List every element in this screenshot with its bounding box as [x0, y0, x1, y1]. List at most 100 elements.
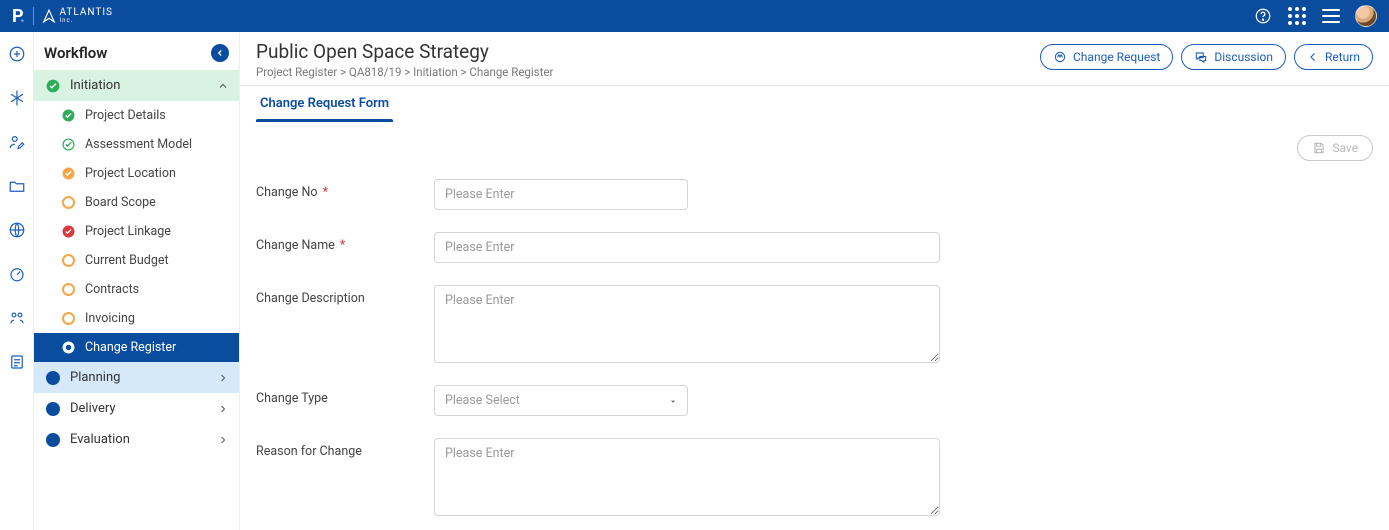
sidebar-section-planning[interactable]: Planning: [34, 362, 239, 393]
sidebar-item-label: Contracts: [85, 282, 139, 297]
form-row-change_name: Change Name *: [256, 232, 1373, 263]
form-row-change_no: Change No *: [256, 179, 1373, 210]
sidebar-section-delivery[interactable]: Delivery: [34, 393, 239, 424]
sidebar-item-current-budget[interactable]: Current Budget: [34, 246, 239, 275]
tabs: Change Request Form: [240, 86, 1389, 121]
snowflake-icon[interactable]: [7, 88, 27, 108]
brand-sub: Inc.: [60, 18, 113, 24]
icon-rail: [0, 32, 34, 530]
top-toolbar: P. ATLANTIS Inc.: [0, 0, 1389, 32]
required-indicator: *: [337, 238, 345, 253]
form-label-change_type: Change Type: [256, 385, 434, 406]
avatar[interactable]: [1355, 5, 1377, 27]
form-input-change_no[interactable]: [434, 179, 688, 210]
form-label-change_name: Change Name *: [256, 232, 434, 253]
sidebar-section-evaluation[interactable]: Evaluation: [34, 424, 239, 455]
sidebar-item-label: Project Location: [85, 166, 176, 181]
section-label: Delivery: [70, 401, 217, 416]
app-logo[interactable]: P.: [12, 6, 25, 27]
status-dot-icon: [62, 341, 75, 354]
sidebar-item-project-details[interactable]: Project Details: [34, 101, 239, 130]
form-label-change_desc: Change Description: [256, 285, 434, 306]
folder-icon[interactable]: [7, 176, 27, 196]
section-status-icon: [46, 79, 60, 93]
team-icon[interactable]: [7, 308, 27, 328]
help-icon[interactable]: [1253, 6, 1273, 26]
section-label: Evaluation: [70, 432, 217, 447]
status-dot-icon: [62, 109, 75, 122]
section-status-icon: [46, 371, 60, 385]
sidebar-item-invoicing[interactable]: Invoicing: [34, 304, 239, 333]
status-dot-icon: [62, 225, 75, 238]
form-input-change_desc[interactable]: [434, 285, 940, 363]
status-dot-icon: [62, 196, 75, 209]
add-icon[interactable]: [7, 44, 27, 64]
discussion-button[interactable]: Discussion: [1181, 44, 1286, 70]
form-input-reason[interactable]: [434, 438, 940, 516]
section-status-icon: [46, 433, 60, 447]
form-select-change_type[interactable]: [434, 385, 688, 416]
sidebar-item-contracts[interactable]: Contracts: [34, 275, 239, 304]
status-dot-icon: [62, 138, 75, 151]
brand-logo[interactable]: ATLANTIS Inc.: [42, 8, 113, 24]
report-icon[interactable]: [7, 352, 27, 372]
form-input-change_type[interactable]: [434, 385, 688, 416]
change-request-label: Change Request: [1073, 50, 1160, 64]
return-button[interactable]: Return: [1294, 44, 1373, 70]
topbar-right: [1253, 5, 1377, 27]
chevron-right-icon: [217, 403, 229, 415]
chevron-right-icon: [217, 372, 229, 384]
return-label: Return: [1325, 50, 1360, 64]
user-edit-icon[interactable]: [7, 132, 27, 152]
topbar-left: P. ATLANTIS Inc.: [12, 6, 113, 27]
required-indicator: *: [320, 185, 328, 200]
sidebar-item-label: Current Budget: [85, 253, 169, 268]
change-request-button[interactable]: Change Request: [1040, 44, 1173, 70]
sidebar-item-project-location[interactable]: Project Location: [34, 159, 239, 188]
sidebar-section-initiation[interactable]: Initiation: [34, 70, 239, 101]
sidebar-item-label: Project Linkage: [85, 224, 171, 239]
form-row-change_desc: Change Description: [256, 285, 1373, 363]
status-dot-icon: [62, 283, 75, 296]
form-input-change_name[interactable]: [434, 232, 940, 263]
form-label-reason: Reason for Change: [256, 438, 434, 459]
sidebar-item-label: Board Scope: [85, 195, 156, 210]
tab-change-request-form[interactable]: Change Request Form: [256, 86, 393, 121]
form-row-reason: Reason for Change: [256, 438, 1373, 516]
chevron-up-icon: [217, 80, 229, 92]
save-label: Save: [1332, 141, 1358, 155]
page-header: Public Open Space Strategy Project Regis…: [240, 32, 1389, 86]
sidebar-collapse-button[interactable]: [211, 44, 229, 62]
save-button[interactable]: Save: [1297, 135, 1373, 161]
sidebar-item-label: Project Details: [85, 108, 166, 123]
globe-icon[interactable]: [7, 220, 27, 240]
status-dot-icon: [62, 312, 75, 325]
dashboard-icon[interactable]: [7, 264, 27, 284]
sidebar-item-label: Assessment Model: [85, 137, 192, 152]
section-status-icon: [46, 402, 60, 416]
section-label: Planning: [70, 370, 217, 385]
form-label-change_no: Change No *: [256, 179, 434, 200]
sidebar-item-label: Invoicing: [85, 311, 135, 326]
page-actions: Change Request Discussion Return: [1040, 40, 1373, 70]
sidebar-item-label: Change Register: [85, 340, 176, 355]
logo-separator: [33, 7, 34, 25]
status-dot-icon: [62, 254, 75, 267]
sidebar-item-board-scope[interactable]: Board Scope: [34, 188, 239, 217]
page-title: Public Open Space Strategy: [256, 40, 553, 63]
sidebar-item-change-register[interactable]: Change Register: [34, 333, 239, 362]
form-row-change_type: Change Type: [256, 385, 1373, 416]
sidebar-title: Workflow: [44, 44, 107, 62]
sidebar-item-assessment-model[interactable]: Assessment Model: [34, 130, 239, 159]
sidebar-nav: Initiation Project Details Assessment Mode…: [34, 70, 239, 530]
breadcrumb: Project Register > QA818/19 > Initiation…: [256, 65, 553, 79]
discussion-label: Discussion: [1214, 50, 1273, 64]
sidebar: Workflow Initiation Project Details Assess…: [34, 32, 240, 530]
sidebar-item-project-linkage[interactable]: Project Linkage: [34, 217, 239, 246]
chevron-right-icon: [217, 434, 229, 446]
form-area: Save Change No * Change Name * Change Desc…: [240, 121, 1389, 530]
apps-icon[interactable]: [1287, 6, 1307, 26]
menu-icon[interactable]: [1321, 6, 1341, 26]
status-dot-icon: [62, 167, 75, 180]
main-content: Public Open Space Strategy Project Regis…: [240, 32, 1389, 530]
